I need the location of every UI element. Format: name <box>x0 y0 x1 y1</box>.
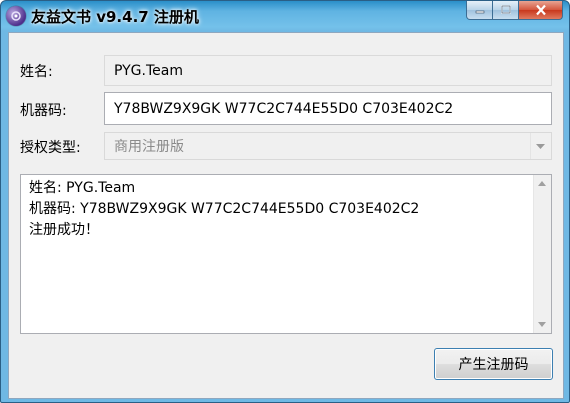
license-type-value: 商用注册版 <box>114 139 184 155</box>
caption-buttons <box>466 1 563 21</box>
output-text: 姓名: PYG.Team 机器码: Y78BWZ9X9GK W77C2C744E5… <box>29 178 527 241</box>
name-label: 姓名: <box>20 64 53 80</box>
purple-orb-icon[interactable] <box>6 6 26 26</box>
app-window: 友益文书 v9.4.7 注册机 姓名: PYG.Team 机器码: Y78BWZ… <box>0 0 570 403</box>
dropdown-arrow-button[interactable] <box>530 133 551 159</box>
scroll-up-button[interactable] <box>534 175 551 192</box>
license-type-label: 授权类型: <box>20 140 81 156</box>
chevron-down-icon <box>536 144 545 149</box>
name-field[interactable]: PYG.Team <box>104 55 552 86</box>
close-button[interactable] <box>519 1 563 20</box>
output-textarea[interactable]: 姓名: PYG.Team 机器码: Y78BWZ9X9GK W77C2C744E5… <box>20 174 552 334</box>
window-title: 友益文书 v9.4.7 注册机 <box>31 8 199 26</box>
scroll-up-icon <box>538 181 546 186</box>
maximize-icon <box>500 5 511 14</box>
maximize-button[interactable] <box>493 1 519 20</box>
scroll-down-button[interactable] <box>534 316 551 333</box>
scroll-down-icon <box>538 322 546 327</box>
output-line: 注册成功！ <box>29 222 99 238</box>
close-icon <box>535 4 546 16</box>
vertical-scrollbar[interactable] <box>533 175 551 333</box>
license-type-select[interactable]: 商用注册版 <box>104 132 552 160</box>
minimize-button[interactable] <box>466 1 493 20</box>
client-area: 姓名: PYG.Team 机器码: Y78BWZ9X9GK W77C2C744E… <box>8 32 564 399</box>
machine-code-field[interactable]: Y78BWZ9X9GK W77C2C744E55D0 C703E402C2 <box>104 92 552 125</box>
output-line: 机器码: Y78BWZ9X9GK W77C2C744E55D0 C703E402… <box>29 201 420 217</box>
generate-code-button[interactable]: 产生注册码 <box>434 348 553 380</box>
title-bar[interactable]: 友益文书 v9.4.7 注册机 <box>1 1 569 31</box>
minimize-icon <box>475 10 484 14</box>
machine-code-label: 机器码: <box>20 103 67 119</box>
output-line: 姓名: PYG.Team <box>29 180 136 196</box>
